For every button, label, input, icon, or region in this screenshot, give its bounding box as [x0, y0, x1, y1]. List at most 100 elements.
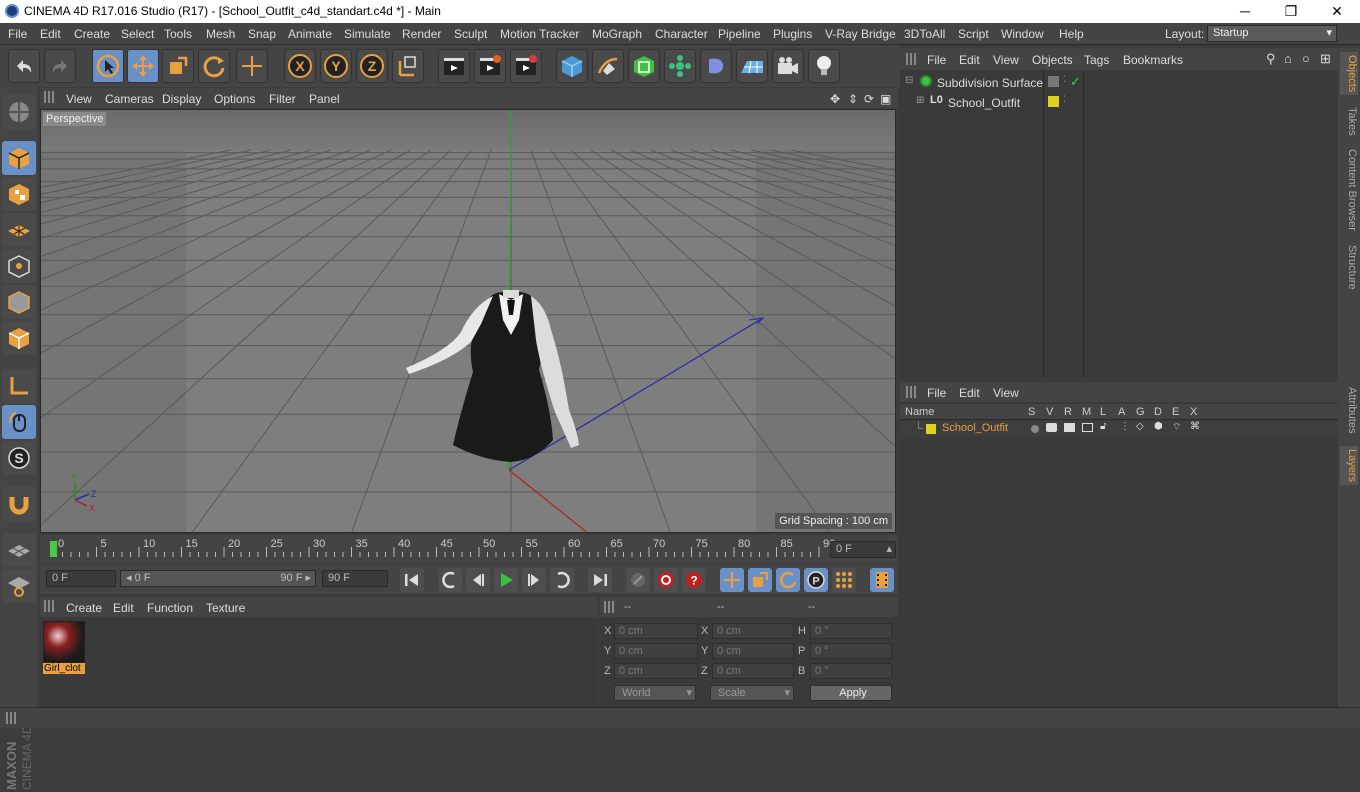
tab-structure[interactable]: Structure [1340, 242, 1358, 293]
polygons-mode-button[interactable] [2, 321, 36, 355]
layer-color-swatch[interactable] [926, 424, 936, 434]
live-selection-button[interactable] [92, 49, 124, 83]
menu-character[interactable]: Character [655, 27, 708, 41]
viewport-move-icon[interactable]: ✥ [830, 92, 840, 106]
menu-window[interactable]: Window [1001, 27, 1044, 41]
tab-takes[interactable]: Takes [1340, 104, 1358, 139]
menu-edit[interactable]: Edit [40, 27, 61, 41]
expand-icon[interactable]: ⊞ [916, 95, 924, 106]
previous-frame-button[interactable] [466, 568, 490, 592]
magnet-button[interactable] [2, 487, 36, 521]
layer-row-school-outfit[interactable]: └ School_Outfit 🔓︎ ⋮ ◇ ⬢ ⌔ ⌘ [900, 421, 1338, 437]
floor-scene-button[interactable] [736, 49, 768, 83]
menu-vray-bridge[interactable]: V-Ray Bridge [825, 27, 896, 41]
size-y-field[interactable]: 0 cm [712, 643, 794, 659]
move-tool-button[interactable] [127, 49, 159, 83]
timeline-ruler[interactable]: 051015202530354045505560657075808590 0 F… [40, 535, 898, 563]
start-frame-field[interactable]: 0 F [46, 570, 116, 587]
col-animation[interactable]: A [1118, 406, 1125, 418]
new-panel-icon[interactable]: ⊞ [1320, 51, 1331, 67]
render-settings-button[interactable] [510, 49, 542, 83]
previous-key-button[interactable] [438, 568, 462, 592]
render-icon[interactable] [1064, 423, 1075, 432]
col-locked[interactable]: L [1100, 406, 1106, 418]
object-menu-tags[interactable]: Tags [1084, 53, 1109, 67]
menu-render[interactable]: Render [402, 27, 441, 41]
col-manager[interactable]: M [1082, 406, 1091, 418]
solo-dot-icon[interactable] [1031, 425, 1039, 433]
render-view-button[interactable] [438, 49, 470, 83]
coordinate-system-button[interactable] [392, 49, 424, 83]
viewport-menu-filter[interactable]: Filter [269, 92, 296, 106]
size-x-field[interactable]: 0 cm [712, 623, 794, 639]
rotate-tool-button[interactable] [198, 49, 230, 83]
key-rotation-button[interactable] [776, 568, 800, 592]
xref-icon[interactable]: ⌘ [1190, 421, 1200, 432]
viewport-rotate-icon[interactable]: ⟳ [864, 92, 874, 106]
visibility-icon[interactable]: ○ [1302, 51, 1310, 66]
object-row-subdivision-surface[interactable]: ⊟ Subdivision Surface ⁚ ✓ [900, 74, 1338, 92]
render-picture-viewer-button[interactable] [474, 49, 506, 83]
viewport-menu-display[interactable]: Display [162, 92, 201, 106]
pos-y-field[interactable]: 0 cm [614, 643, 698, 659]
object-row-school-outfit[interactable]: ⊞ L0 School_Outfit ⁚ [900, 94, 1338, 112]
texture-mode-button[interactable] [2, 177, 36, 211]
tab-attributes[interactable]: Attributes [1340, 384, 1358, 436]
menu-motion-tracker[interactable]: Motion Tracker [500, 27, 579, 41]
rot-h-field[interactable]: 0 ° [810, 623, 892, 639]
manager-icon[interactable] [1082, 423, 1093, 432]
viewport-menu-cameras[interactable]: Cameras [105, 92, 154, 106]
size-z-field[interactable]: 0 cm [712, 663, 794, 679]
go-to-start-button[interactable] [400, 568, 424, 592]
lock-icon[interactable]: 🔓︎ [1100, 421, 1106, 432]
deformer-button[interactable] [700, 49, 732, 83]
record-active-button[interactable] [654, 568, 678, 592]
material-menu-edit[interactable]: Edit [113, 601, 134, 615]
y-axis-lock-button[interactable]: Y [320, 49, 352, 83]
model-mode-button[interactable] [2, 141, 36, 175]
pos-z-field[interactable]: 0 cm [614, 663, 698, 679]
snap-button[interactable]: S [2, 441, 36, 475]
menu-pipeline[interactable]: Pipeline [718, 27, 761, 41]
menu-select[interactable]: Select [121, 27, 154, 41]
end-frame-field[interactable]: 90 F [322, 570, 388, 587]
generator-icon[interactable]: ◇ [1136, 421, 1144, 432]
material-menu-texture[interactable]: Texture [206, 601, 245, 615]
layer-dots-icon[interactable]: ⁚ [1063, 74, 1066, 85]
pen-spline-button[interactable] [592, 49, 624, 83]
menu-3dtoall[interactable]: 3DToAll [904, 27, 945, 41]
menu-mesh[interactable]: Mesh [206, 27, 235, 41]
size-mode-select[interactable]: Scale ▾ [710, 685, 794, 701]
layer-color-swatch[interactable] [1048, 96, 1059, 107]
enabled-check-icon[interactable]: ✓ [1070, 74, 1081, 90]
expression-icon[interactable]: ⌔ [1172, 421, 1181, 434]
camera-button[interactable] [772, 49, 804, 83]
menu-help[interactable]: Help [1059, 27, 1084, 41]
undo-button[interactable] [8, 49, 40, 83]
menu-file[interactable]: File [8, 27, 27, 41]
material-menu-function[interactable]: Function [147, 601, 193, 615]
viewport-zoom-icon[interactable]: ⇕ [848, 92, 858, 106]
col-expressions[interactable]: E [1172, 406, 1179, 418]
menu-plugins[interactable]: Plugins [773, 27, 812, 41]
recent-tool-button[interactable] [236, 49, 268, 83]
viewport-menu-panel[interactable]: Panel [309, 92, 340, 106]
layer-menu-file[interactable]: File [927, 386, 946, 400]
coordinate-space-select[interactable]: World ▾ [614, 685, 696, 701]
z-axis-lock-button[interactable]: Z [356, 49, 388, 83]
workplane-mode-button[interactable] [2, 213, 36, 247]
edges-mode-button[interactable] [2, 285, 36, 319]
display-tag-icon[interactable] [1048, 76, 1059, 87]
subdivision-surface-button[interactable] [628, 49, 660, 83]
axis-mode-button[interactable] [2, 369, 36, 403]
tab-content-browser[interactable]: Content Browser [1340, 146, 1358, 234]
timeline-window-button[interactable] [870, 568, 894, 592]
layer-name[interactable]: School_Outfit [942, 422, 1008, 434]
viewport-menu-view[interactable]: View [66, 92, 92, 106]
key-parameter-button[interactable]: P [804, 568, 828, 592]
key-position-button[interactable] [720, 568, 744, 592]
animation-icon[interactable]: ⋮ [1120, 421, 1130, 432]
menu-simulate[interactable]: Simulate [344, 27, 391, 41]
menu-tools[interactable]: Tools [164, 27, 192, 41]
play-button[interactable] [494, 568, 518, 592]
